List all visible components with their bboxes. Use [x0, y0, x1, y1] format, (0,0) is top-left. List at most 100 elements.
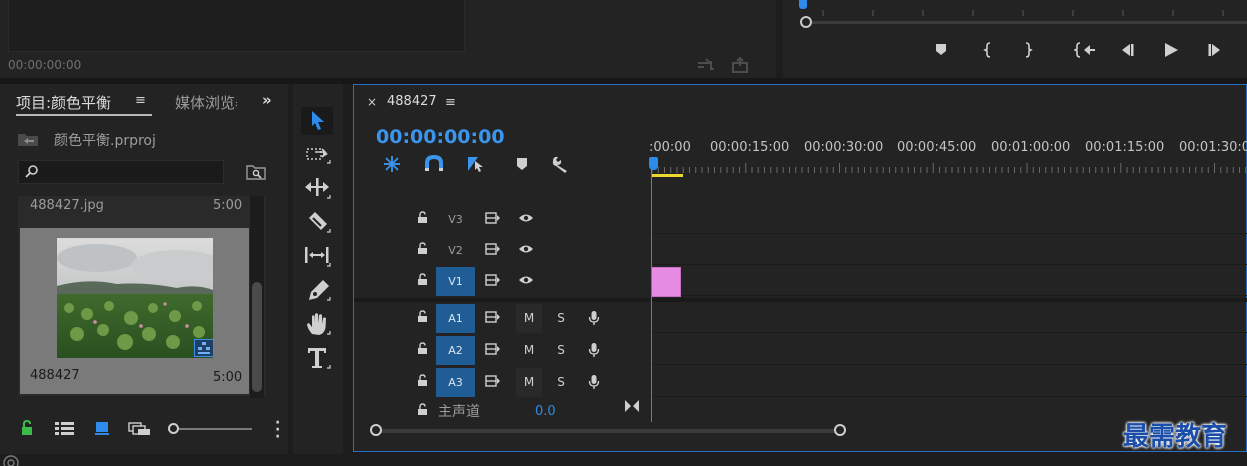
sync-lock-icon[interactable]: [485, 311, 501, 323]
hand-tool[interactable]: [301, 310, 333, 338]
track-target-a2[interactable]: A2: [436, 336, 475, 365]
insert-audio-icon[interactable]: [696, 57, 716, 77]
icon-size-slider[interactable]: [176, 428, 252, 430]
new-search-bin-icon[interactable]: [246, 164, 266, 180]
track-target-v1[interactable]: V1: [436, 267, 475, 296]
voiceover-mic-icon[interactable]: [588, 310, 600, 326]
sync-lock-icon[interactable]: [485, 274, 501, 286]
track-lane-a1[interactable]: [650, 302, 1247, 333]
freeform-view-icon[interactable]: [128, 420, 152, 438]
track-select-tool[interactable]: [301, 141, 333, 169]
timeline-timecode[interactable]: 00:00:00:00: [376, 126, 505, 148]
track-area[interactable]: [650, 203, 1247, 423]
status-indicator-icon[interactable]: [2, 454, 22, 466]
sync-lock-icon[interactable]: [485, 212, 501, 224]
step-forward-button[interactable]: [1203, 42, 1227, 64]
timeline-zoom-scrollbar[interactable]: [376, 429, 842, 433]
mute-button[interactable]: M: [516, 304, 542, 333]
mark-in-button[interactable]: [976, 42, 1000, 64]
track-lane-v2[interactable]: [650, 234, 1247, 265]
toggle-output-eye-icon[interactable]: [518, 213, 534, 223]
track-lock-icon[interactable]: [417, 342, 428, 355]
step-back-button[interactable]: [1115, 42, 1139, 64]
program-scrub-track[interactable]: [803, 21, 1247, 24]
sync-lock-icon[interactable]: [485, 243, 501, 255]
voiceover-mic-icon[interactable]: [588, 374, 600, 390]
work-area-bar[interactable]: [651, 174, 683, 177]
solo-button[interactable]: S: [548, 336, 574, 365]
solo-button[interactable]: S: [548, 304, 574, 333]
export-frame-icon[interactable]: [731, 56, 751, 77]
track-target-a1[interactable]: A1: [436, 304, 475, 333]
marker-icon: [936, 44, 946, 55]
close-sequence-icon[interactable]: ×: [367, 95, 377, 109]
timeline-menu-icon[interactable]: ≡: [445, 95, 456, 110]
add-marker-button[interactable]: [511, 155, 533, 173]
zoom-scroll-right-knob[interactable]: [834, 424, 846, 436]
icon-size-slider-knob[interactable]: [168, 423, 179, 434]
track-target-a3[interactable]: A3: [436, 368, 475, 397]
project-writable-lock-icon[interactable]: [20, 419, 34, 438]
project-search-input[interactable]: [18, 160, 224, 184]
playhead-handle[interactable]: [649, 157, 658, 170]
item-name[interactable]: 488427.jpg: [30, 198, 104, 213]
play-button[interactable]: [1159, 42, 1183, 64]
go-to-in-button[interactable]: [1073, 42, 1097, 64]
sync-lock-icon[interactable]: [485, 375, 501, 387]
mute-button[interactable]: M: [516, 368, 542, 397]
item-name[interactable]: 488427: [30, 368, 80, 383]
track-lane-v3[interactable]: [650, 203, 1247, 234]
tab-sequence[interactable]: 488427: [387, 94, 437, 109]
ripple-edit-tool[interactable]: [301, 174, 333, 202]
timeline-settings-button[interactable]: [550, 155, 572, 173]
track-lock-icon[interactable]: [417, 310, 428, 323]
track-lock-icon[interactable]: [417, 273, 428, 286]
project-bin-list[interactable]: 488427.jpg 5:00 488427 5:00: [18, 196, 266, 398]
project-scroll-thumb[interactable]: [252, 282, 262, 392]
track-lane-a3[interactable]: [650, 366, 1247, 397]
toggle-output-eye-icon[interactable]: [518, 244, 534, 254]
toggle-output-eye-icon[interactable]: [518, 275, 534, 285]
solo-button[interactable]: S: [548, 368, 574, 397]
snap-button[interactable]: [423, 154, 445, 173]
tab-project[interactable]: 项目:颜色平衡: [16, 92, 111, 113]
nest-toggle-button[interactable]: [381, 155, 403, 173]
track-lock-icon[interactable]: [417, 374, 428, 387]
source-timecode[interactable]: 00:00:00:00: [8, 58, 81, 72]
zoom-scroll-left-knob[interactable]: [370, 424, 382, 436]
project-item-card[interactable]: 488427 5:00: [20, 228, 249, 394]
mark-out-button[interactable]: [1016, 42, 1040, 64]
type-tool[interactable]: [301, 344, 333, 372]
time-ruler[interactable]: :00:00 00:00:15:00 00:00:30:00 00:00:45:…: [649, 140, 1247, 160]
voiceover-mic-icon[interactable]: [588, 342, 600, 358]
tabs-overflow-icon[interactable]: »: [262, 91, 272, 109]
master-lock-icon[interactable]: [417, 403, 428, 416]
program-playhead[interactable]: [799, 0, 807, 9]
pen-tool[interactable]: [301, 276, 333, 304]
program-zoom-knob[interactable]: [800, 16, 812, 28]
add-marker-button[interactable]: [929, 42, 953, 64]
mute-button[interactable]: M: [516, 336, 542, 365]
track-lane-a2[interactable]: [650, 334, 1247, 365]
clip-thumbnail[interactable]: [57, 238, 213, 358]
razor-tool[interactable]: [301, 208, 333, 236]
timeline-clip[interactable]: [651, 267, 681, 297]
slip-tool[interactable]: [301, 242, 333, 270]
track-target-v2[interactable]: V2: [436, 236, 475, 265]
project-panel-menu-icon[interactable]: ≡: [135, 93, 146, 108]
track-lock-icon[interactable]: [417, 211, 428, 224]
linked-selection-button[interactable]: [465, 155, 487, 173]
more-options-icon[interactable]: · · ·: [275, 416, 280, 444]
icon-view-icon[interactable]: [94, 420, 110, 438]
program-ruler[interactable]: [783, 0, 1247, 16]
track-lane-v1[interactable]: [650, 265, 1247, 296]
selection-tool[interactable]: [301, 107, 333, 135]
list-view-icon[interactable]: [54, 420, 76, 438]
tab-media-browser[interactable]: 媒体浏览器: [175, 92, 237, 113]
playhead-line[interactable]: [651, 169, 652, 422]
sync-lock-icon[interactable]: [485, 343, 501, 355]
go-to-end-icon[interactable]: [624, 399, 640, 413]
track-target-v3[interactable]: V3: [436, 205, 475, 234]
master-volume-value[interactable]: 0.0: [535, 404, 556, 419]
track-lock-icon[interactable]: [417, 242, 428, 255]
